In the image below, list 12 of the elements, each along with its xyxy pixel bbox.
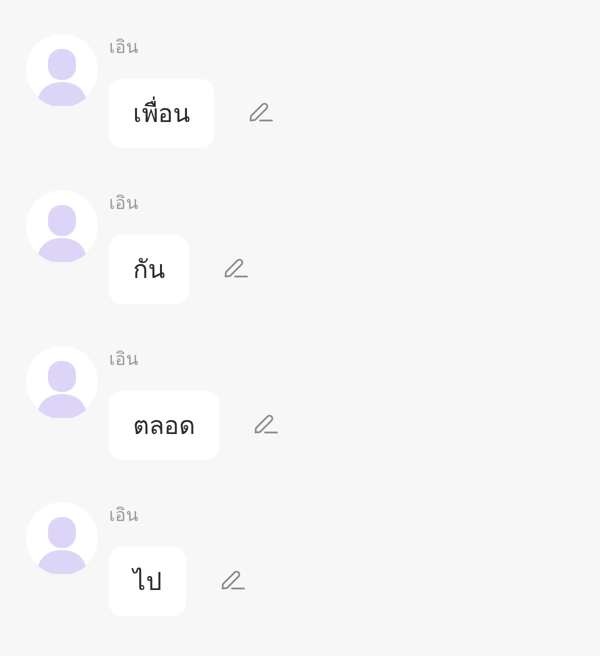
avatar-icon [26,190,98,262]
avatar-icon [26,34,98,106]
avatar-icon [26,502,98,574]
avatar-icon [26,346,98,418]
message-bubble: ไป [109,547,186,616]
sender-name: เอิน [109,504,138,528]
sender-name: เอิน [109,36,138,60]
sender-name: เอิน [109,192,138,216]
message-bubble: เพื่อน [109,79,214,148]
message-bubble: ตลอด [109,391,219,460]
message-bubble: กัน [109,235,189,304]
sender-name: เอิน [109,348,138,372]
